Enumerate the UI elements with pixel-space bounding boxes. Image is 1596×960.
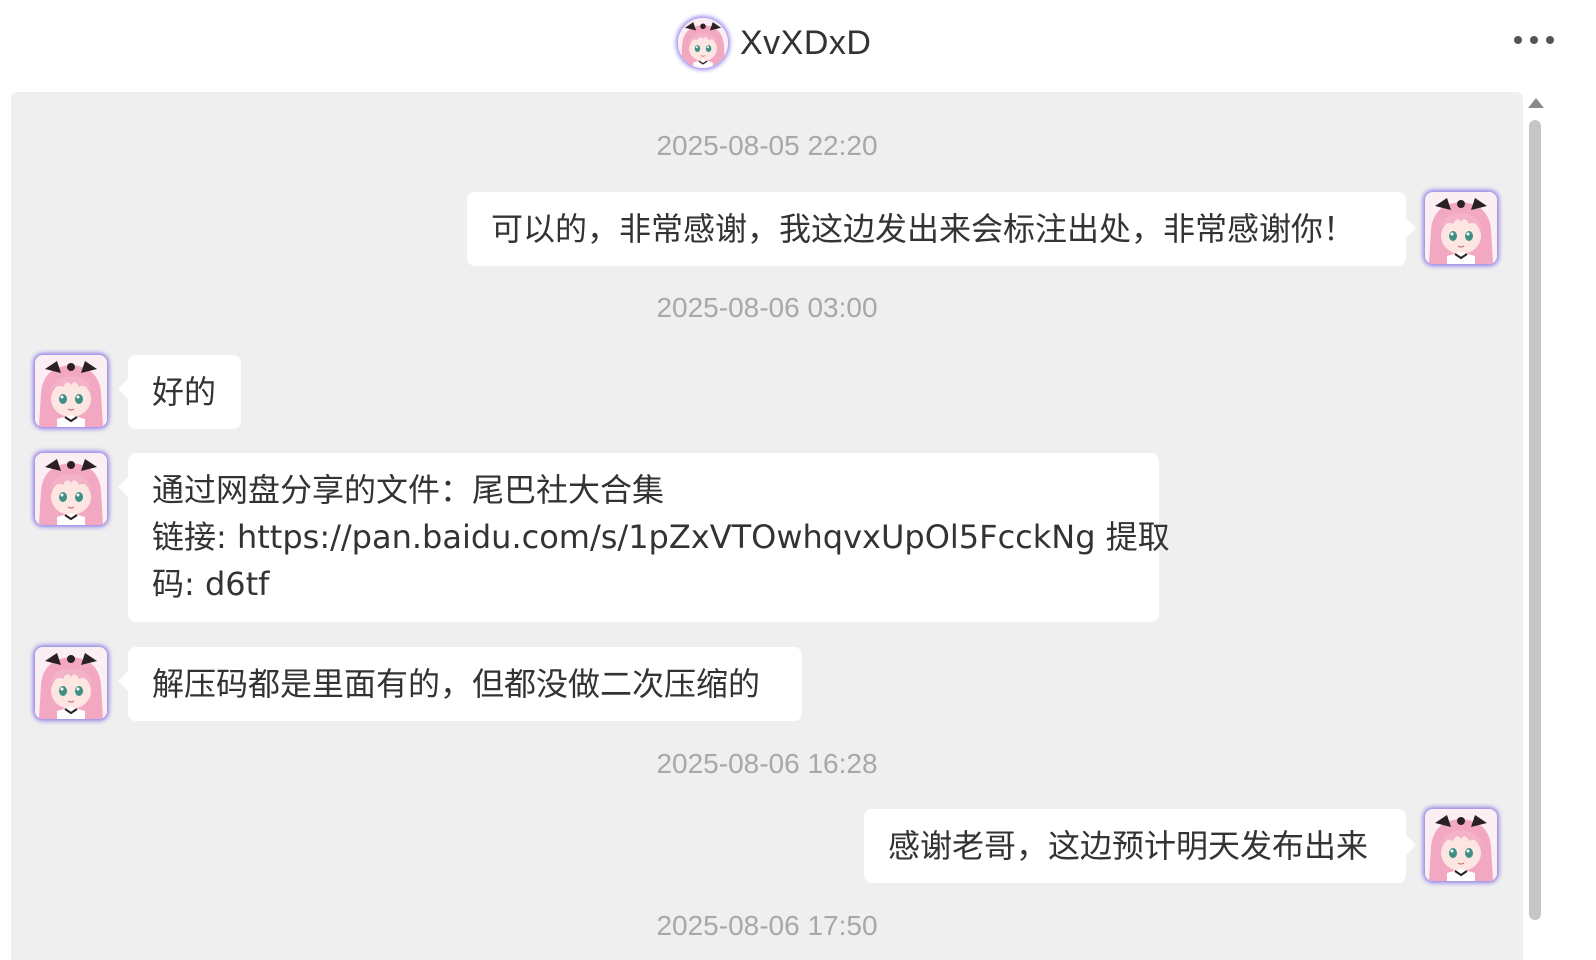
anime-girl-avatar-icon [1425, 192, 1497, 264]
more-horizontal-icon [1514, 36, 1522, 44]
message-text: 通过网盘分享的文件：尾巴社大合集 [152, 471, 665, 509]
more-options-button[interactable] [1514, 36, 1554, 48]
message-timestamp: 2025-08-06 16:28 [656, 748, 878, 779]
chat-scrollbar[interactable] [1526, 96, 1544, 960]
chat-title: XvXDxD [740, 23, 872, 62]
chat-header: XvXDxD [0, 0, 1596, 92]
contact-message-avatar[interactable] [35, 647, 107, 719]
message-timestamp: 2025-08-05 22:20 [656, 130, 878, 161]
message-text: 好的 [152, 373, 217, 411]
anime-girl-avatar-icon [35, 355, 107, 427]
anime-girl-avatar-icon [35, 453, 107, 525]
share-link[interactable]: 链接: https://pan.baidu.com/s/1pZxVTOwhqvx… [152, 514, 1170, 561]
contact-message-avatar[interactable] [35, 453, 107, 525]
message-text: 解压码都是里面有的，但都没做二次压缩的 [152, 665, 761, 703]
scroll-up-arrow-icon[interactable] [1528, 98, 1544, 108]
message-bubble-incoming[interactable]: 好的 [118, 355, 241, 429]
message-text: 可以的，非常感谢，我这边发出来会标注出处，非常感谢你！ [491, 210, 1356, 248]
message-timestamp: 2025-08-06 17:50 [656, 910, 878, 941]
anime-girl-avatar-icon [35, 647, 107, 719]
message-list[interactable]: 2025-08-05 22:20 可以的，非常感谢，我这边发出来会标注出处，非常… [11, 92, 1523, 960]
contact-message-avatar[interactable] [35, 355, 107, 427]
header-contact[interactable]: XvXDxD [678, 18, 871, 68]
self-avatar[interactable] [1425, 809, 1497, 881]
self-avatar[interactable] [1425, 192, 1497, 264]
message-timestamp: 2025-08-06 03:00 [656, 292, 878, 323]
extract-code: 码: d6tf [152, 565, 270, 603]
contact-avatar[interactable] [678, 18, 728, 68]
message-bubble-outgoing[interactable]: 感谢老哥，这边预计明天发布出来 [864, 809, 1416, 883]
message-text: 感谢老哥，这边预计明天发布出来 [888, 827, 1369, 865]
message-bubble-incoming[interactable]: 解压码都是里面有的，但都没做二次压缩的 [118, 647, 802, 721]
message-bubble-outgoing[interactable]: 可以的，非常感谢，我这边发出来会标注出处，非常感谢你！ [467, 192, 1416, 266]
scroll-thumb[interactable] [1529, 120, 1541, 920]
anime-girl-avatar-icon [678, 18, 728, 68]
message-bubble-incoming-share[interactable]: 通过网盘分享的文件：尾巴社大合集 链接: https://pan.baidu.c… [118, 453, 1170, 622]
anime-girl-avatar-icon [1425, 809, 1497, 881]
